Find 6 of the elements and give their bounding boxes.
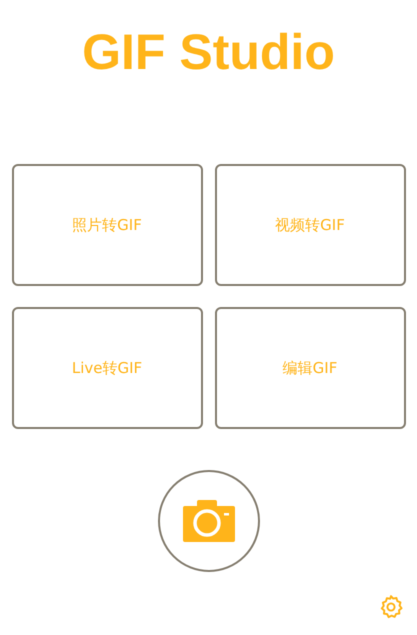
action-button[interactable]: 编辑GIF — [214, 307, 406, 429]
camera-icon — [182, 500, 234, 542]
app-title: GIF Studio — [82, 23, 335, 82]
action-button[interactable]: Live转GIF — [12, 307, 202, 429]
action-button[interactable]: 照片转GIF — [12, 164, 202, 286]
action-button[interactable]: 视频转GIF — [214, 164, 406, 286]
